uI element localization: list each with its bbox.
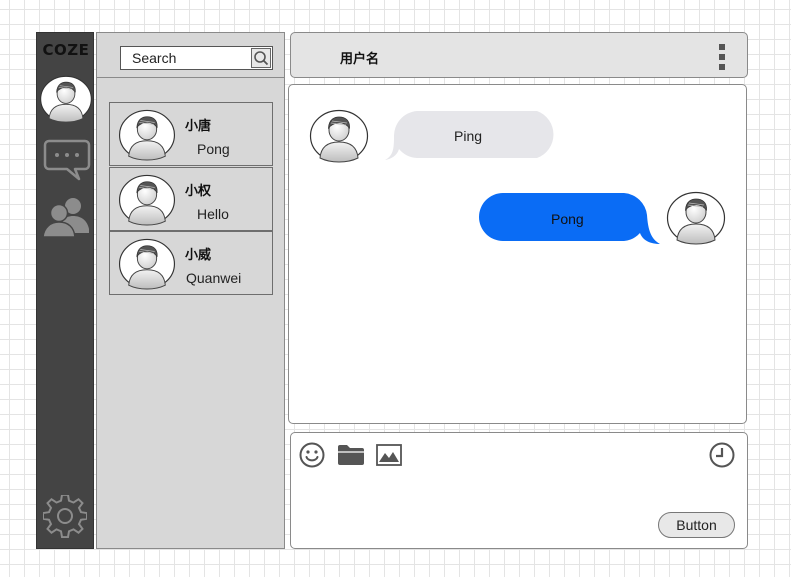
message-list: Ping Pong [288,84,747,424]
avatar [666,191,726,245]
contact-name: 小威 [185,248,212,263]
chat-header: 用户名 [290,32,748,78]
contacts-icon[interactable] [41,195,93,239]
send-button[interactable]: Button [658,512,735,538]
search-header [97,33,284,78]
contact-name: 小唐 [185,119,212,134]
gear-icon[interactable] [43,495,87,539]
contact-name: 小权 [185,184,212,199]
contact-last-message: Hello [197,206,229,222]
contact-last-message: Quanwei [186,270,242,286]
message-text: Pong [551,211,584,227]
contact-item[interactable]: 小权 Hello [109,167,273,231]
avatar[interactable] [39,75,93,123]
avatar [118,109,176,161]
contact-item[interactable]: 小威 Quanwei [109,231,273,295]
contact-item[interactable]: 小唐 Pong [109,102,273,166]
image-icon[interactable] [376,444,402,466]
avatar [309,109,369,163]
search-button[interactable] [251,48,271,68]
search-icon [254,51,269,66]
chat-bubble-icon[interactable] [43,138,91,182]
chat-username: 用户名 [340,52,380,67]
avatar [118,238,176,290]
folder-icon[interactable] [337,444,365,466]
message-text: Ping [454,128,483,144]
more-vertical-icon[interactable] [718,44,726,70]
emoji-icon[interactable] [299,442,325,468]
search-input[interactable] [121,47,249,69]
clock-icon[interactable] [709,442,735,468]
message-composer[interactable]: Button [290,432,748,549]
search-box [120,46,273,70]
contact-last-message: Pong [197,141,230,157]
avatar [118,174,176,226]
brand-logo: COZE [42,41,90,59]
nav-rail: COZE [36,32,94,549]
contacts-panel: 小唐 Pong 小权 Hello 小威 Quanwei [96,32,285,549]
